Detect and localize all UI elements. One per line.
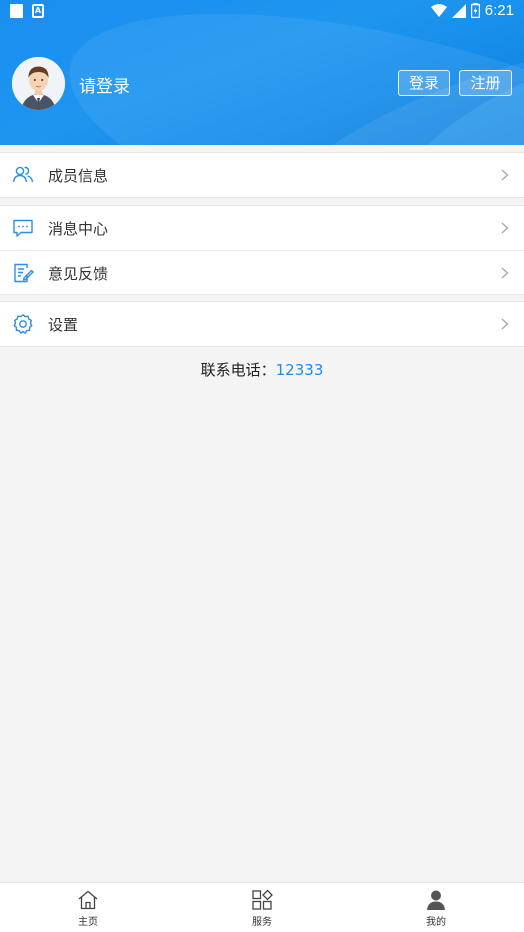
menu-item-settings[interactable]: 设置	[0, 302, 524, 346]
tab-label: 主页	[78, 917, 98, 928]
login-prompt[interactable]: 请登录	[79, 72, 130, 97]
profile-header: A 6:21 请登录 登录 注册	[0, 0, 524, 145]
tab-home[interactable]: 主页	[58, 889, 118, 928]
person-icon	[427, 890, 445, 910]
tab-service[interactable]: 服务	[232, 889, 292, 928]
message-icon	[13, 219, 33, 237]
user-avatar-icon	[12, 57, 65, 110]
chevron-right-icon	[501, 222, 509, 234]
signal-icon	[451, 3, 466, 18]
menu-label: 设置	[48, 316, 79, 334]
tab-label: 我的	[426, 917, 446, 928]
bottom-tab-bar: 主页 服务 我的	[0, 882, 524, 932]
menu-item-feedback[interactable]: 意见反馈	[0, 250, 524, 294]
app-notification-icon: A	[32, 4, 44, 18]
menu-item-member-info[interactable]: 成员信息	[0, 153, 524, 197]
chevron-right-icon	[501, 169, 509, 181]
tab-mine[interactable]: 我的	[406, 889, 466, 928]
tab-label: 服务	[252, 917, 272, 928]
contact-phone-link[interactable]: 12333	[276, 361, 324, 379]
menu-label: 意见反馈	[48, 265, 109, 283]
wifi-icon	[430, 3, 447, 17]
menu-label: 成员信息	[48, 167, 109, 185]
menu-group-messages: 消息中心 意见反馈	[0, 205, 524, 295]
chevron-right-icon	[501, 318, 509, 330]
clock: 6:21	[484, 2, 514, 19]
register-button[interactable]: 注册	[459, 70, 512, 96]
menu-item-message-center[interactable]: 消息中心	[0, 206, 524, 250]
menu-group-members: 成员信息	[0, 152, 524, 198]
battery-icon	[470, 3, 480, 18]
members-icon	[12, 166, 34, 183]
menu-group-settings: 设置	[0, 301, 524, 347]
contact-label: 联系电话：	[200, 361, 276, 379]
settings-gear-icon	[13, 314, 33, 334]
avatar[interactable]	[12, 57, 65, 110]
chevron-right-icon	[501, 267, 509, 279]
feedback-icon	[14, 263, 34, 283]
login-button[interactable]: 登录	[398, 70, 450, 96]
contact-info: 联系电话：12333	[0, 359, 524, 380]
notification-icon	[10, 4, 23, 18]
menu-label: 消息中心	[48, 220, 109, 238]
service-grid-icon	[252, 889, 273, 910]
home-icon	[78, 890, 98, 910]
status-bar: A 6:21	[0, 0, 524, 24]
